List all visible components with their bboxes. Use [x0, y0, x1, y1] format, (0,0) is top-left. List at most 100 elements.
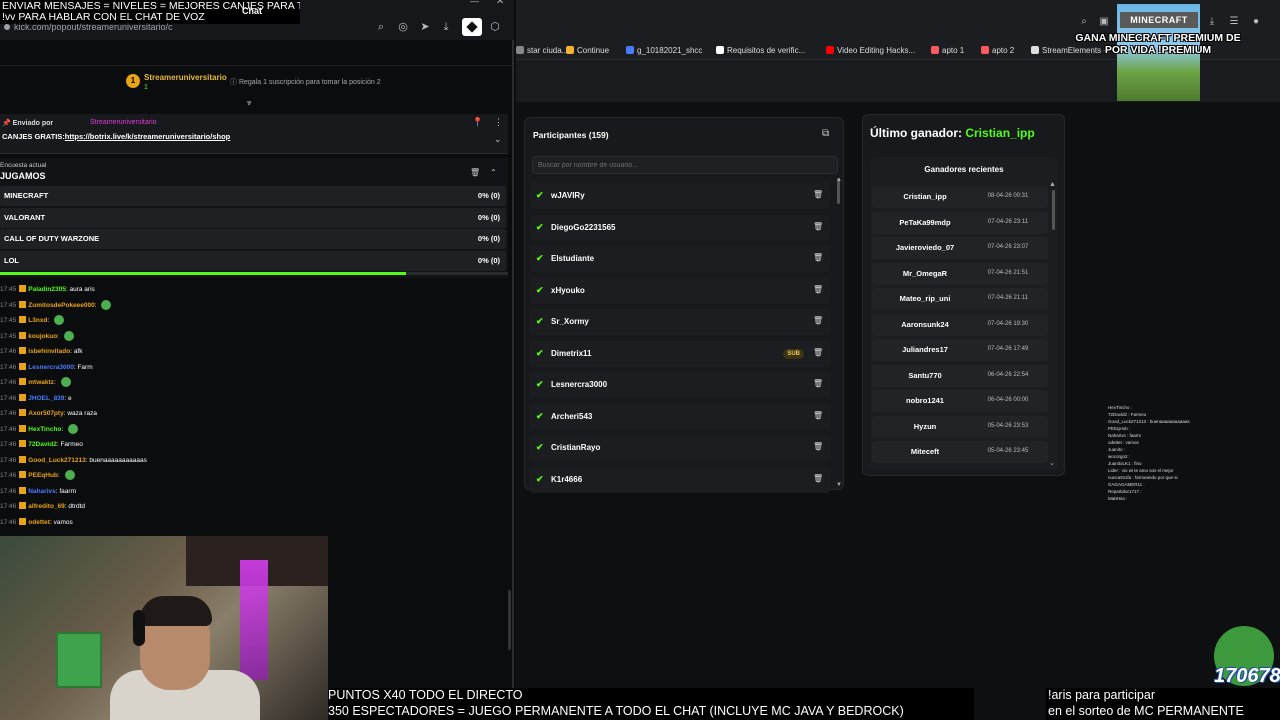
bookmark-item[interactable]: Continue — [566, 46, 609, 55]
emote-icon — [60, 377, 71, 388]
chat-username[interactable]: JHOEL_839 — [28, 395, 64, 402]
extension-icon[interactable]: ◎ — [396, 20, 410, 34]
bookmark-item[interactable]: Requisitos de verific... — [716, 46, 805, 55]
participant-row[interactable]: ✔ Dimetrix11 🗑 SUB — [530, 340, 830, 367]
winner-date: 07-04-26 21:11 — [987, 295, 1029, 301]
trash-icon[interactable]: 🗑 — [813, 253, 823, 264]
bookmark-item[interactable]: apto 1 — [931, 46, 964, 55]
participant-name: DiegoGo2231565 — [551, 222, 616, 232]
trash-icon[interactable]: 🗑 — [470, 168, 480, 177]
participant-row[interactable]: ✔ Lesnercra3000 🗑 — [530, 372, 830, 398]
participant-row[interactable]: ✔ Elstudiante 🗑 — [530, 246, 830, 272]
trash-icon[interactable]: 🗑 — [813, 379, 823, 390]
emote-icon — [64, 470, 75, 481]
pinned-by-user[interactable]: Streameruniversitario — [90, 119, 157, 126]
chat-time: 17:46 — [0, 348, 17, 355]
expand-leaderboard-icon[interactable]: ⩔ — [247, 98, 252, 108]
trash-icon[interactable]: 🗑 — [813, 222, 823, 233]
participant-row[interactable]: ✔ xHyouko 🗑 — [530, 277, 830, 304]
poll-option[interactable]: MINECRAFT 0% (0) — [0, 186, 506, 206]
poll-option-label: MINECRAFT — [4, 191, 49, 200]
poll-option[interactable]: CALL OF DUTY WARZONE 0% (0) — [0, 229, 506, 249]
kick-check-icon: ✔ — [536, 473, 544, 484]
download-icon[interactable]: ⤓ — [439, 20, 453, 34]
chat-username[interactable]: ZumitosdePokeee000 — [28, 302, 94, 309]
download-icon[interactable]: ⤓ — [1206, 16, 1218, 28]
chat-username[interactable]: Paladin2305 — [28, 286, 66, 293]
trash-icon[interactable]: 🗑 — [813, 348, 823, 359]
chat-text: vamos — [53, 518, 73, 526]
bookmark-item[interactable]: apto 2 — [981, 46, 1014, 55]
site-info-icon[interactable] — [4, 24, 10, 30]
chat-username[interactable]: odettet — [28, 519, 50, 526]
bottom-right-line2: en el sorteo de MC PERMANENTE — [1048, 704, 1244, 718]
bookmark-favicon-icon — [826, 46, 834, 54]
chat-text: aura aris — [69, 286, 95, 293]
participant-search-input[interactable] — [532, 156, 838, 174]
kick-extension-icon[interactable] — [462, 18, 482, 36]
search-icon[interactable]: ⌕ — [1078, 16, 1090, 28]
unpin-icon[interactable]: 📍 — [472, 117, 483, 128]
chat-username[interactable]: Good_Luck271213 — [28, 457, 85, 464]
scroll-up-icon[interactable]: ▲ — [1049, 181, 1056, 188]
chat-message: 17:46 alfredito_69: dtrdtd — [0, 499, 510, 515]
chat-url[interactable]: kick.com/popout/streameruniversitario/c — [14, 22, 173, 32]
winners-scrollbar[interactable] — [1052, 190, 1055, 230]
send-icon[interactable]: ➤ — [418, 20, 432, 34]
participant-row[interactable]: ✔ CristianRayo 🗑 — [530, 435, 830, 461]
chat-username[interactable]: mtwaktz — [28, 379, 54, 386]
cube-icon[interactable]: ⬡ — [488, 20, 502, 34]
trash-icon[interactable]: 🗑 — [813, 411, 823, 422]
participant-row[interactable]: ✔ wJAVIRy 🗑 — [530, 183, 830, 209]
profile-icon[interactable]: ● — [1250, 16, 1262, 28]
chat-username[interactable]: L3nxd — [28, 317, 47, 324]
leader-name[interactable]: Streameruniversitario — [144, 73, 227, 82]
chat-scrollbar[interactable] — [508, 590, 511, 650]
participant-row[interactable]: ✔ DiegoGo2231565 🗑 — [530, 214, 830, 241]
bookmark-item[interactable]: Video Editing Hacks... — [826, 46, 915, 55]
trash-icon[interactable]: 🗑 — [813, 474, 823, 485]
scroll-down-icon[interactable]: ▼ — [836, 482, 842, 488]
chat-time: 17:46 — [0, 456, 17, 464]
user-badge-icon — [19, 517, 27, 525]
participant-row[interactable]: ✔ K1r4666 🗑 — [530, 466, 830, 493]
chat-username[interactable]: koujokuo — [28, 333, 57, 340]
menu-icon[interactable]: ☰ — [1228, 16, 1240, 28]
trash-icon[interactable]: 🗑 — [813, 190, 823, 201]
trash-icon[interactable]: 🗑 — [813, 442, 823, 453]
poll-option[interactable]: LOL 0% (0) — [0, 250, 506, 271]
trash-icon[interactable]: 🗑 — [813, 285, 823, 296]
scroll-down-icon[interactable]: ⌄ — [1049, 459, 1055, 467]
winner-date: 07-04-26 21:51 — [987, 269, 1029, 276]
participant-row[interactable]: ✔ Sr_Xormy 🗑 — [530, 309, 830, 335]
chat-username[interactable]: alfredito_69 — [28, 503, 65, 510]
chat-username[interactable]: 72David2 — [28, 441, 57, 448]
winner-date: 05-04-26 23:45 — [987, 448, 1029, 454]
chevron-down-icon[interactable]: ⌄ — [494, 134, 502, 145]
scroll-up-icon[interactable]: ▲ — [836, 177, 842, 183]
bookmark-item[interactable]: g_10182021_shcc — [626, 46, 702, 55]
chat-username[interactable]: Naharivs — [28, 488, 55, 495]
more-options-icon[interactable]: ⋮ — [494, 117, 503, 128]
bookmark-favicon-icon — [716, 46, 724, 54]
winner-row: Hyzun 05-04-26 23:53 — [872, 415, 1048, 438]
translate-icon[interactable]: ▣ — [1098, 16, 1110, 28]
chat-username[interactable]: isbehinvitado — [28, 348, 70, 355]
mini-chat-line: Lider : vio wi te amo sos el mejor — [1108, 468, 1174, 473]
pinned-link[interactable]: https://botrix.live/k/streameruniversita… — [65, 132, 230, 141]
participant-row[interactable]: ✔ Archeri543 🗑 — [530, 403, 830, 430]
pin-small-icon: 📌 — [2, 120, 11, 127]
chat-message: 17:46 Naharivs: faarm — [0, 484, 510, 500]
bookmark-item[interactable]: star ciuda... — [516, 46, 568, 55]
winner-row: Mr_OmegaR 07-04-26 21:51 — [872, 262, 1048, 285]
zoom-icon[interactable]: ⌕ — [374, 20, 388, 34]
winner-name: Santu770 — [908, 370, 942, 380]
trash-icon[interactable]: 🗑 — [813, 316, 823, 327]
chat-username[interactable]: Lesnercra3000 — [28, 364, 74, 371]
copy-icon[interactable]: ⧉ — [822, 128, 829, 139]
chat-username[interactable]: HexTincho — [28, 426, 61, 433]
chat-username[interactable]: PEEqHub — [28, 472, 58, 479]
poll-option[interactable]: VALORANT 0% (0) — [0, 207, 506, 228]
chat-username[interactable]: Axor507pty — [28, 410, 63, 417]
chevron-up-icon[interactable]: ⌃ — [490, 168, 497, 177]
